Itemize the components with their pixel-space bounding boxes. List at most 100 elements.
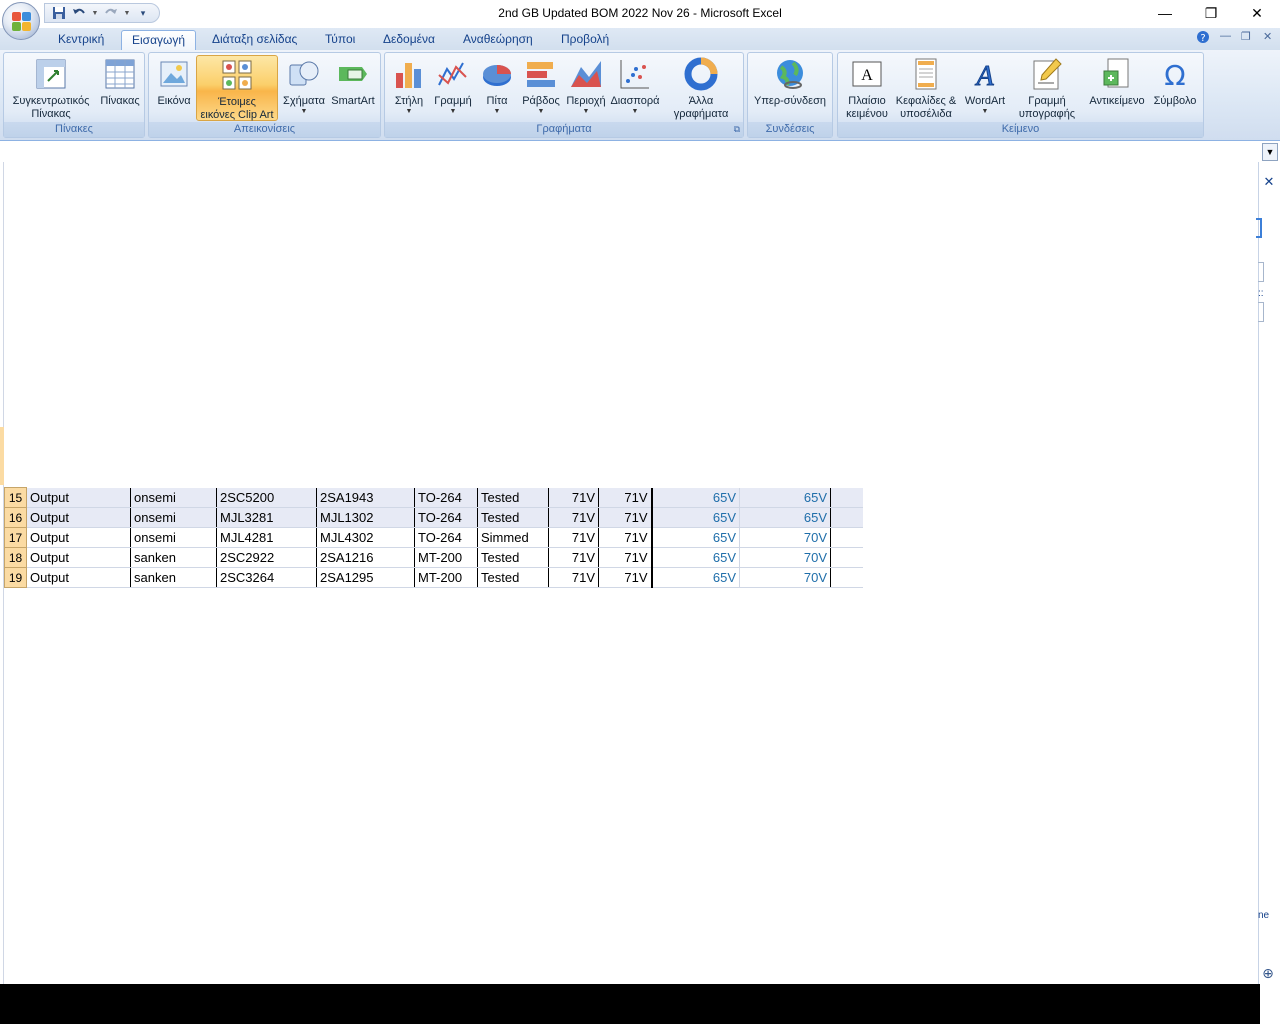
tab-review[interactable]: Αναθεώρηση — [453, 30, 543, 50]
close-button[interactable]: ✕ — [1234, 0, 1280, 26]
table-cell[interactable]: 71V — [598, 507, 653, 528]
redo-dropdown-icon[interactable]: ▼ — [123, 10, 131, 17]
table-cell[interactable]: 65V — [651, 507, 740, 528]
customize-icon[interactable]: ▾ — [135, 5, 151, 21]
pivot-table-button[interactable]: Συγκεντρωτικός Πίνακας — [6, 55, 96, 121]
table-cell[interactable]: 71V — [548, 547, 599, 568]
table-cell-empty[interactable] — [830, 487, 863, 508]
table-cell[interactable]: Output — [26, 507, 131, 528]
table-cell[interactable]: MJL3281 — [216, 507, 317, 528]
table-cell[interactable]: 65V — [651, 567, 740, 588]
task-pane-dropdown[interactable] — [1258, 262, 1264, 282]
textbox-button[interactable]: A Πλαίσιο κειμένου — [840, 55, 894, 121]
table-cell[interactable]: 65V — [651, 527, 740, 548]
tab-data[interactable]: Δεδομένα — [373, 30, 445, 50]
column-chart-button[interactable]: Στήλη ▼ — [387, 55, 431, 121]
shapes-button[interactable]: Σχήματα ▼ — [280, 55, 328, 121]
wordart-button[interactable]: A WordArt ▼ — [960, 55, 1010, 121]
scatter-chart-button[interactable]: Διασπορά ▼ — [609, 55, 661, 121]
pie-chart-button[interactable]: Πίτα ▼ — [475, 55, 519, 121]
task-pane-close-icon[interactable]: ✕ — [1259, 172, 1279, 192]
tab-home[interactable]: Κεντρική — [48, 30, 114, 50]
ribbon-restore-icon[interactable]: ❐ — [1241, 30, 1251, 43]
tab-view[interactable]: Προβολή — [551, 30, 619, 50]
table-cell-empty[interactable] — [830, 567, 863, 588]
minimize-button[interactable]: — — [1142, 0, 1188, 26]
task-pane-link[interactable]: ne — [1258, 910, 1269, 921]
table-cell[interactable]: 70V — [739, 567, 831, 588]
table-cell[interactable]: 70V — [739, 527, 831, 548]
table-cell[interactable]: Tested — [477, 567, 549, 588]
signature-line-button[interactable]: Γραμμή υπογραφής — [1010, 55, 1084, 121]
table-cell[interactable]: 71V — [598, 547, 653, 568]
table-cell-empty[interactable] — [830, 507, 863, 528]
other-charts-button[interactable]: Άλλα γραφήματα — [661, 55, 741, 121]
help-icon[interactable]: ? — [1196, 30, 1210, 47]
table-cell[interactable]: Tested — [477, 547, 549, 568]
table-cell[interactable]: Output — [26, 527, 131, 548]
table-cell[interactable]: sanken — [130, 567, 217, 588]
table-cell[interactable]: sanken — [130, 547, 217, 568]
formula-bar-expand-icon[interactable]: ▼ — [1262, 143, 1278, 161]
table-cell[interactable]: 71V — [598, 487, 653, 508]
table-cell[interactable]: 71V — [598, 527, 653, 548]
table-cell[interactable]: onsemi — [130, 527, 217, 548]
table-cell[interactable]: TO-264 — [414, 507, 478, 528]
table-button[interactable]: Πίνακας — [98, 55, 142, 121]
table-cell[interactable]: 2SC5200 — [216, 487, 317, 508]
table-cell[interactable]: MT-200 — [414, 547, 478, 568]
save-icon[interactable] — [51, 5, 67, 21]
task-pane-dropdown-2[interactable] — [1258, 302, 1264, 322]
table-cell[interactable]: 2SA1943 — [316, 487, 415, 508]
tab-insert[interactable]: Εισαγωγή — [121, 30, 197, 50]
smartart-button[interactable]: SmartArt — [328, 55, 378, 121]
table-cell[interactable]: 71V — [598, 567, 653, 588]
table-cell[interactable]: MJL4281 — [216, 527, 317, 548]
tab-formulas[interactable]: Τύποι — [315, 30, 365, 50]
table-cell[interactable]: onsemi — [130, 487, 217, 508]
table-cell[interactable]: onsemi — [130, 507, 217, 528]
table-cell-empty[interactable] — [830, 527, 863, 548]
ribbon-close-icon[interactable]: ✕ — [1263, 30, 1272, 43]
table-cell[interactable]: Output — [26, 487, 131, 508]
table-cell[interactable]: 71V — [548, 527, 599, 548]
tab-page-layout[interactable]: Διάταξη σελίδας — [202, 30, 307, 50]
table-cell[interactable]: MT-200 — [414, 567, 478, 588]
table-cell[interactable]: 2SC3264 — [216, 567, 317, 588]
table-cell[interactable]: 71V — [548, 487, 599, 508]
header-footer-button[interactable]: Κεφαλίδες & υποσέλιδα — [894, 55, 958, 121]
undo-icon[interactable] — [71, 5, 87, 21]
table-cell[interactable]: MJL4302 — [316, 527, 415, 548]
row-header[interactable]: 15 — [4, 487, 27, 508]
symbol-button[interactable]: Ω Σύμβολο — [1148, 55, 1202, 121]
table-cell[interactable]: TO-264 — [414, 527, 478, 548]
table-cell[interactable]: 65V — [651, 547, 740, 568]
charts-dialog-launcher-icon[interactable]: ⧉ — [734, 124, 740, 135]
table-cell-empty[interactable] — [830, 547, 863, 568]
row-header[interactable]: 18 — [4, 547, 27, 568]
table-cell[interactable]: Simmed — [477, 527, 549, 548]
office-button[interactable] — [2, 2, 40, 40]
table-cell[interactable]: MJL1302 — [316, 507, 415, 528]
object-button[interactable]: Αντικείμενο — [1086, 55, 1148, 121]
table-cell[interactable]: TO-264 — [414, 487, 478, 508]
row-header[interactable]: 16 — [4, 507, 27, 528]
picture-button[interactable]: Εικόνα — [152, 55, 196, 121]
bar-chart-button[interactable]: Ράβδος ▼ — [519, 55, 563, 121]
table-cell[interactable]: Tested — [477, 507, 549, 528]
table-cell[interactable]: 70V — [739, 547, 831, 568]
row-header[interactable]: 19 — [4, 567, 27, 588]
table-cell[interactable]: Output — [26, 547, 131, 568]
task-pane-results[interactable] — [1258, 343, 1280, 883]
table-cell[interactable]: 71V — [548, 567, 599, 588]
table-cell[interactable]: Tested — [477, 487, 549, 508]
clipart-button[interactable]: Έτοιμες εικόνες Clip Art — [196, 55, 278, 121]
table-cell[interactable]: 2SC2922 — [216, 547, 317, 568]
table-cell[interactable]: 65V — [739, 507, 831, 528]
table-cell[interactable]: 2SA1295 — [316, 567, 415, 588]
area-chart-button[interactable]: Περιοχή ▼ — [563, 55, 609, 121]
table-cell[interactable]: 71V — [548, 507, 599, 528]
ribbon-minimize-icon[interactable]: — — [1220, 30, 1231, 42]
redo-icon[interactable] — [103, 5, 119, 21]
row-header[interactable]: 17 — [4, 527, 27, 548]
